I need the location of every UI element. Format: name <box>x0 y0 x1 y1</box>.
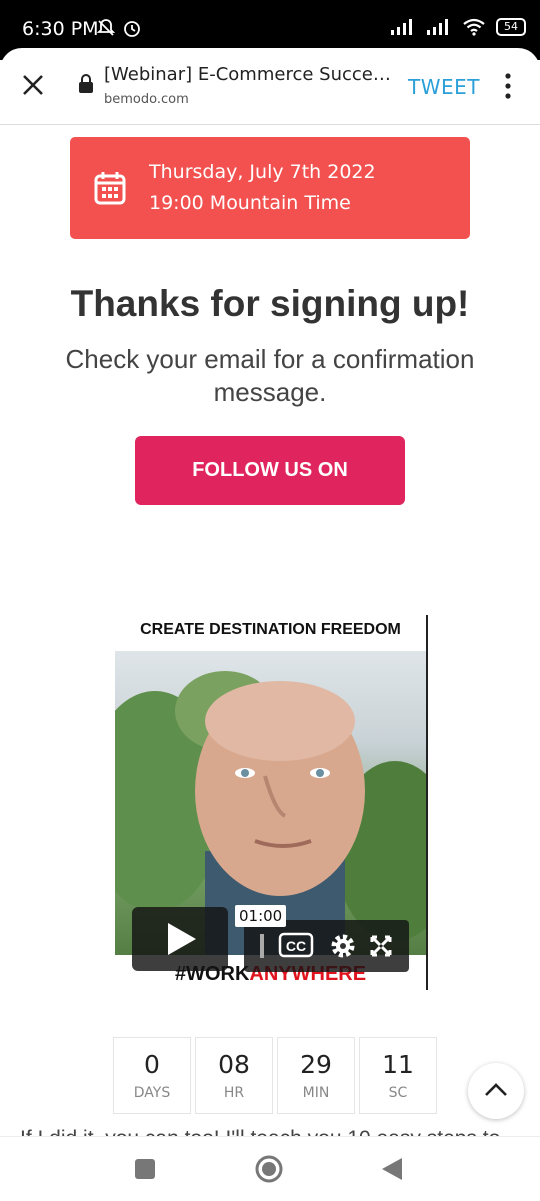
event-time: 19:00 Mountain Time <box>149 192 351 214</box>
countdown-hours: 08 HR <box>195 1037 273 1114</box>
countdown-value: 08 <box>218 1050 250 1079</box>
duration-tooltip: 01:00 <box>235 905 287 927</box>
signal-icon <box>391 19 412 35</box>
countdown-days: 0 DAYS <box>113 1037 191 1114</box>
event-date-banner: Thursday, July 7th 2022 19:00 Mountain T… <box>70 137 470 239</box>
tweet-button[interactable]: TWEET <box>408 75 480 99</box>
svg-text:CC: CC <box>286 938 306 954</box>
countdown-label: SC <box>388 1085 408 1101</box>
dnd-bell-icon <box>96 19 116 36</box>
scrubber-handle <box>260 934 264 958</box>
video-player[interactable]: CREATE DESTINATION FREEDOM #WORKANYWHERE… <box>115 615 428 990</box>
countdown-value: 0 <box>144 1050 160 1079</box>
play-button[interactable] <box>132 907 228 971</box>
lock-icon <box>79 74 93 93</box>
countdown-value: 29 <box>300 1050 332 1079</box>
confirmation-message: Check your email for a confirmation mess… <box>65 344 475 407</box>
custom-tab-toolbar: [Webinar] E-Commerce Success... bemodo.c… <box>0 48 540 125</box>
settings-icon <box>331 934 355 958</box>
close-icon[interactable] <box>20 72 46 98</box>
status-time: 6:30 PM <box>22 18 99 40</box>
countdown-label: HR <box>223 1085 245 1101</box>
chevron-up-icon <box>485 1083 507 1096</box>
recents-square-icon[interactable] <box>133 1157 157 1181</box>
page-domain: bemodo.com <box>104 92 189 107</box>
calendar-icon <box>94 172 126 205</box>
countdown-label: DAYS <box>133 1085 171 1101</box>
signal-icon <box>427 19 448 35</box>
home-circle-icon[interactable] <box>254 1154 284 1184</box>
countdown-seconds: 11 SC <box>359 1037 437 1114</box>
page-title: [Webinar] E-Commerce Success... <box>104 64 394 85</box>
video-control-bar: CC <box>244 920 409 972</box>
event-date: Thursday, July 7th 2022 <box>149 161 376 183</box>
back-triangle-icon[interactable] <box>380 1156 404 1182</box>
follow-instagram-button[interactable]: FOLLOW US ON INSTAGRAM <box>135 436 405 550</box>
play-icon <box>168 923 196 955</box>
fullscreen-icon <box>370 935 392 957</box>
wifi-icon <box>463 18 485 36</box>
video-controls: CC <box>260 932 392 958</box>
countdown-timer: 0 DAYS 08 HR 29 MIN 11 SC <box>113 1037 437 1114</box>
alarm-icon <box>124 21 140 37</box>
system-nav-bar <box>0 1136 540 1201</box>
thanks-heading: Thanks for signing up! <box>70 283 470 324</box>
more-vert-icon[interactable] <box>500 72 516 100</box>
scroll-to-top-button[interactable] <box>468 1063 524 1119</box>
countdown-label: MIN <box>302 1085 330 1101</box>
countdown-value: 11 <box>382 1050 414 1079</box>
video-heading: CREATE DESTINATION FREEDOM <box>140 621 401 638</box>
battery-indicator: 54 <box>496 18 526 36</box>
countdown-minutes: 29 MIN <box>277 1037 355 1114</box>
